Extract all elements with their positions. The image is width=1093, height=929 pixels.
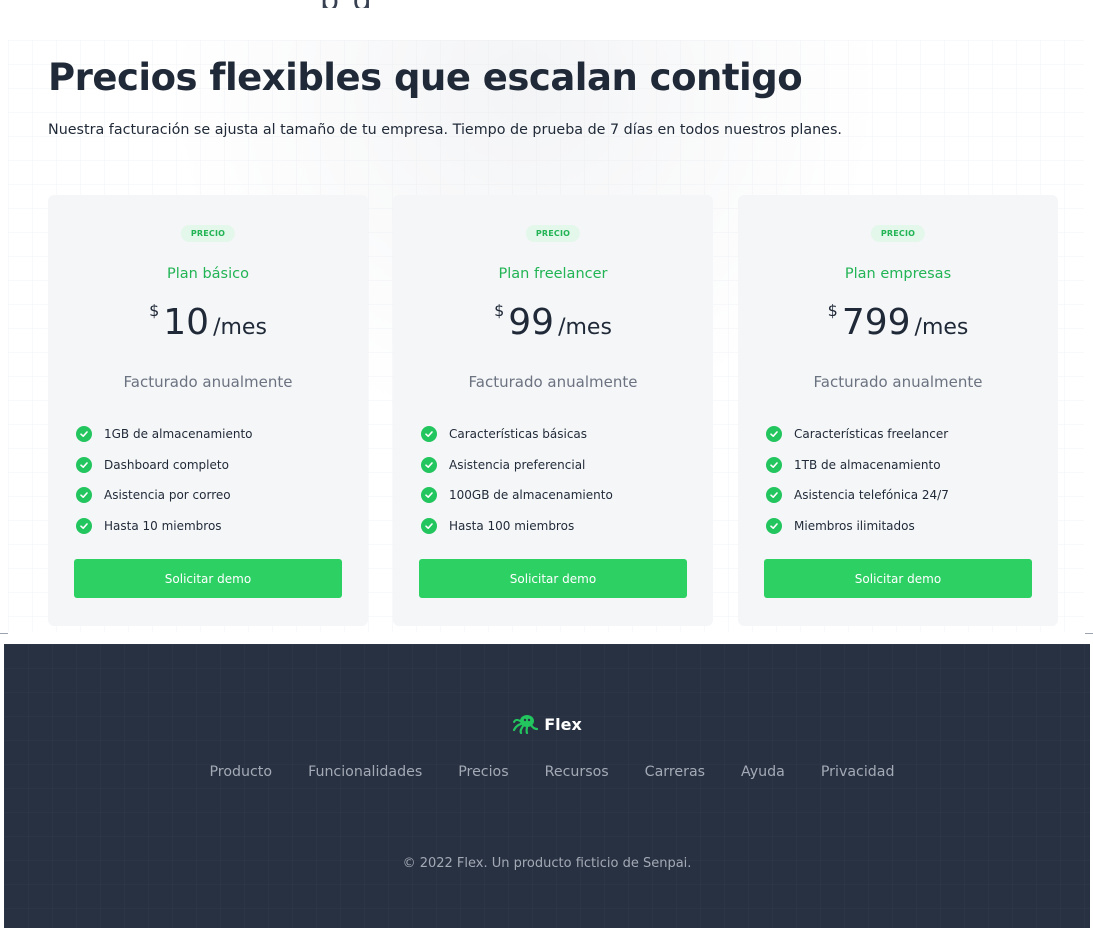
clipped-heading-fragment: p g <box>320 0 374 8</box>
plan-name: Plan básico <box>167 266 249 282</box>
price-period: /mes <box>213 315 267 340</box>
footer-link-ayuda[interactable]: Ayuda <box>741 764 785 780</box>
price-badge: PRECIO <box>525 225 581 242</box>
check-circle-icon <box>766 487 782 504</box>
check-circle-icon <box>421 517 437 534</box>
feature-list: Características freelancer 1TB de almace… <box>766 419 949 541</box>
page: p g Precios flexibles que escalan contig… <box>0 0 1093 929</box>
footer-link-funcionalidades[interactable]: Funcionalidades <box>308 764 422 780</box>
pricing-section: Precios flexibles que escalan contigo Nu… <box>8 40 1084 632</box>
plan-price: $99/mes <box>393 301 713 343</box>
plan-price: $799/mes <box>738 301 1058 343</box>
check-circle-icon <box>766 456 782 473</box>
feature-item: Características freelancer <box>766 419 949 450</box>
feature-list: Características básicas Asistencia prefe… <box>421 419 613 541</box>
price-amount: 10 <box>163 302 210 343</box>
footer-link-recursos[interactable]: Recursos <box>545 764 609 780</box>
price-badge: PRECIO <box>180 225 236 242</box>
feature-label: 1TB de almacenamiento <box>794 457 941 472</box>
feature-label: Miembros ilimitados <box>794 518 915 533</box>
feature-list: 1GB de almacenamiento Dashboard completo… <box>76 419 253 541</box>
footer-brand[interactable]: Flex <box>4 714 1090 734</box>
request-demo-button[interactable]: Solicitar demo <box>419 559 687 598</box>
copyright-text: © 2022 Flex. Un producto ficticio de Sen… <box>402 856 692 871</box>
feature-item: Miembros ilimitados <box>766 511 949 542</box>
feature-item: 100GB de almacenamiento <box>421 480 613 511</box>
feature-item: Dashboard completo <box>76 450 253 481</box>
footer-link-precios[interactable]: Precios <box>458 764 508 780</box>
pricing-card-business: PRECIO Plan empresas $799/mes Facturado … <box>738 195 1058 626</box>
feature-label: Hasta 10 miembros <box>104 518 222 533</box>
billing-note: Facturado anualmente <box>123 373 293 391</box>
feature-item: Hasta 100 miembros <box>421 511 613 542</box>
check-circle-icon <box>766 517 782 534</box>
feature-item: Asistencia por correo <box>76 480 253 511</box>
feature-item: Hasta 10 miembros <box>76 511 253 542</box>
footer-link-privacidad[interactable]: Privacidad <box>821 764 895 780</box>
feature-label: 1GB de almacenamiento <box>104 427 253 442</box>
feature-item: Asistencia telefónica 24/7 <box>766 480 949 511</box>
check-circle-icon <box>76 487 92 504</box>
feature-label: Características freelancer <box>794 427 949 442</box>
feature-item: Características básicas <box>421 419 613 450</box>
price-badge: PRECIO <box>870 225 926 242</box>
octopus-icon <box>513 715 539 734</box>
pricing-card-basic: PRECIO Plan básico $10/mes Facturado anu… <box>48 195 368 626</box>
site-footer: Flex Producto Funcionalidades Precios Re… <box>4 644 1090 928</box>
plan-name: Plan empresas <box>844 266 952 282</box>
divider <box>1085 633 1093 634</box>
check-circle-icon <box>76 426 92 443</box>
feature-item: 1TB de almacenamiento <box>766 450 949 481</box>
billing-note: Facturado anualmente <box>468 373 638 391</box>
plan-price: $10/mes <box>48 301 368 343</box>
price-period: /mes <box>558 315 612 340</box>
footer-link-carreras[interactable]: Carreras <box>645 764 705 780</box>
request-demo-button[interactable]: Solicitar demo <box>74 559 342 598</box>
check-circle-icon <box>76 517 92 534</box>
check-circle-icon <box>421 456 437 473</box>
feature-label: Características básicas <box>449 427 588 442</box>
feature-label: Hasta 100 miembros <box>449 518 575 533</box>
price-amount: 99 <box>508 302 555 343</box>
check-circle-icon <box>421 487 437 504</box>
currency-symbol: $ <box>827 301 838 320</box>
currency-symbol: $ <box>149 301 160 320</box>
feature-label: Asistencia preferencial <box>449 457 586 472</box>
plan-name: Plan freelancer <box>498 266 608 282</box>
price-period: /mes <box>914 315 969 340</box>
feature-item: Asistencia preferencial <box>421 450 613 481</box>
page-subtitle: Nuestra facturación se ajusta al tamaño … <box>48 122 842 138</box>
request-demo-button[interactable]: Solicitar demo <box>764 559 1032 598</box>
check-circle-icon <box>76 456 92 473</box>
feature-label: Asistencia telefónica 24/7 <box>794 488 949 503</box>
feature-item: 1GB de almacenamiento <box>76 419 253 450</box>
divider <box>0 633 8 634</box>
page-title: Precios flexibles que escalan contigo <box>48 56 803 99</box>
price-amount: 799 <box>841 302 911 343</box>
footer-link-producto[interactable]: Producto <box>210 764 273 780</box>
check-circle-icon <box>766 426 782 443</box>
pricing-card-freelancer: PRECIO Plan freelancer $99/mes Facturado… <box>393 195 713 626</box>
feature-label: 100GB de almacenamiento <box>449 488 613 503</box>
brand-name: Flex <box>544 714 582 734</box>
billing-note: Facturado anualmente <box>813 373 983 391</box>
currency-symbol: $ <box>494 301 505 320</box>
footer-nav: Producto Funcionalidades Precios Recurso… <box>4 764 1090 780</box>
feature-label: Dashboard completo <box>104 457 229 472</box>
feature-label: Asistencia por correo <box>104 488 231 503</box>
check-circle-icon <box>421 426 437 443</box>
